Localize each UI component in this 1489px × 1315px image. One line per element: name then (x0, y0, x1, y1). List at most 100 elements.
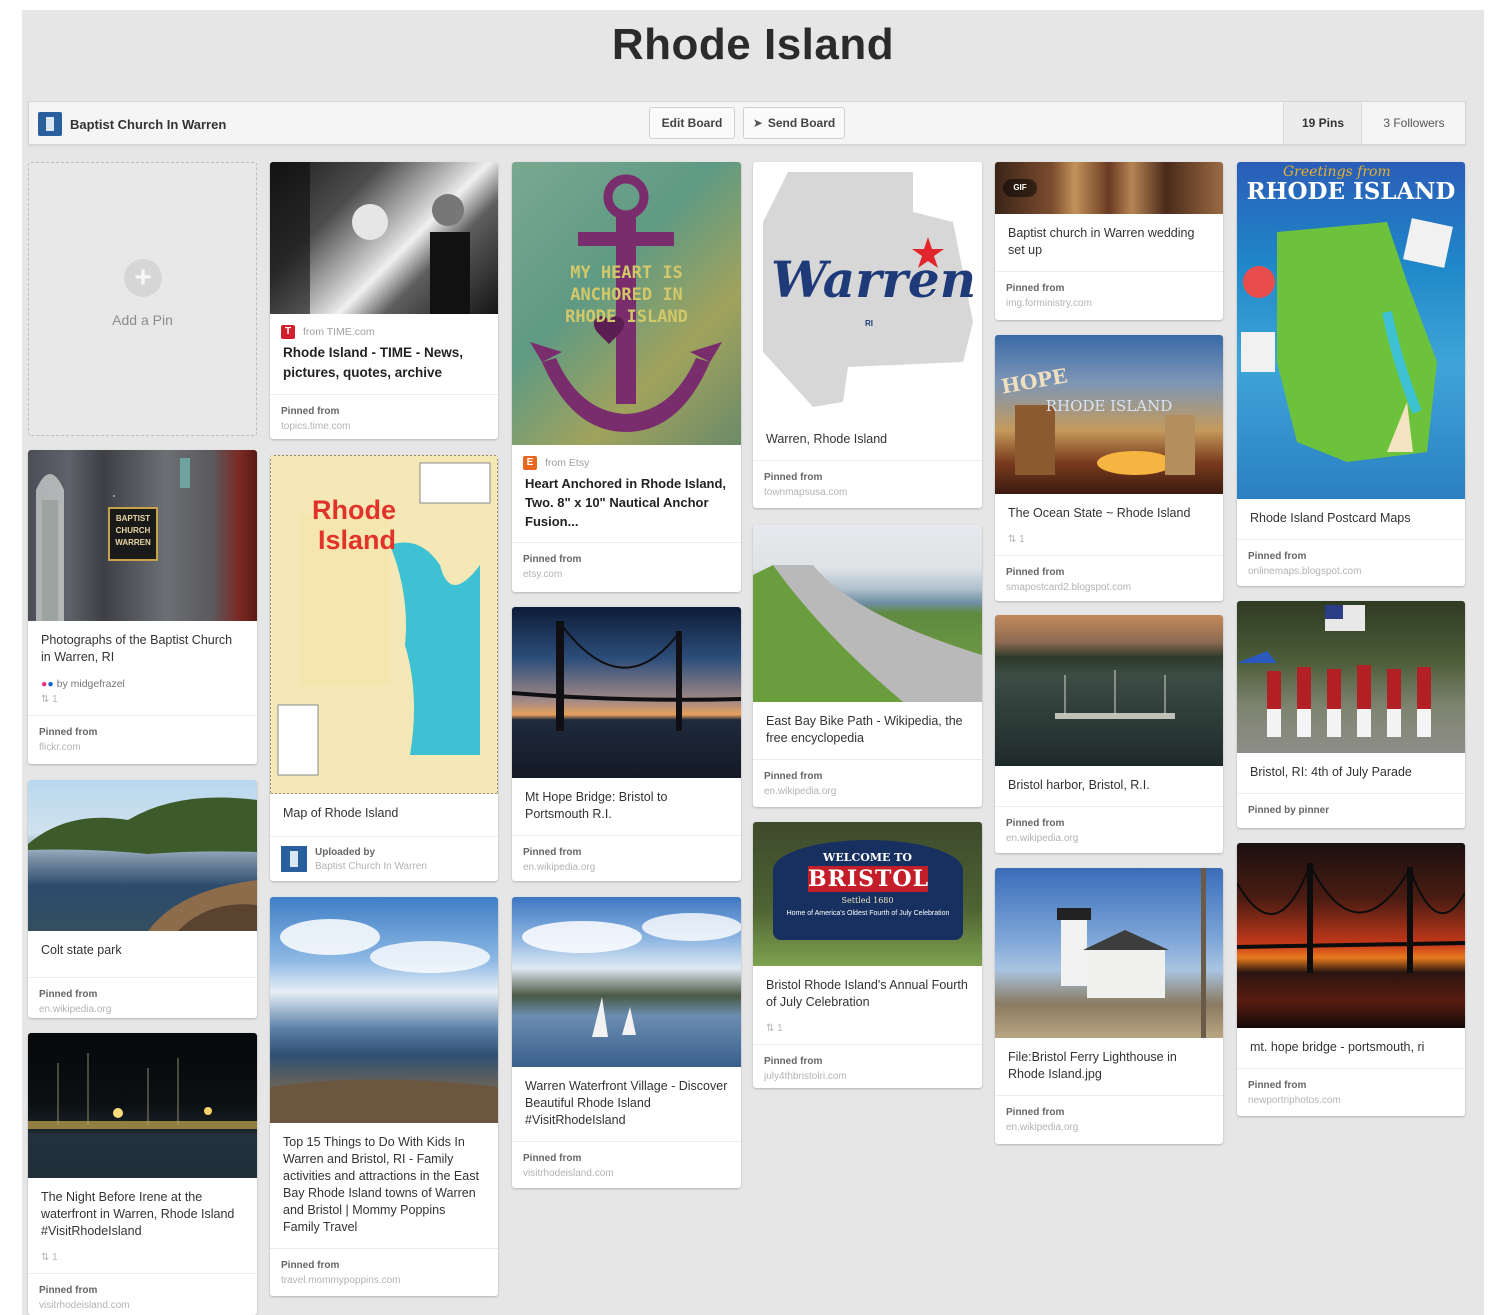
pin-image[interactable] (1237, 601, 1465, 753)
pin-card[interactable]: GIF Baptist church in Warren wedding set… (995, 162, 1223, 320)
pin-card[interactable]: Warren Waterfront Village - Discover Bea… (512, 897, 741, 1188)
pin-description: East Bay Bike Path - Wikipedia, the free… (766, 714, 963, 745)
pin-image[interactable]: BAPTIST CHURCH WARREN (28, 450, 257, 621)
pin-credit[interactable]: Pinned from onlinemaps.blogspot.com (1237, 539, 1465, 586)
pin-via: ●● by midgefrazel (41, 678, 125, 690)
pin-image[interactable]: GIF (995, 162, 1223, 214)
pin-credit[interactable]: Pinned from townmapsusa.com (753, 460, 982, 508)
anchor-text: MY HEART IS ANCHORED IN RHODE ISLAND (565, 263, 688, 327)
pin-card[interactable]: Colt state park Pinned from en.wikipedia.… (28, 780, 257, 1018)
pin-image[interactable]: MY HEART IS ANCHORED IN RHODE ISLAND (512, 162, 741, 445)
pin-credit[interactable]: Pinned from etsy.com (512, 542, 741, 591)
pin-credit[interactable]: Pinned from newportriphotos.com (1237, 1068, 1465, 1116)
bristol-tagline: Home of America's Oldest Fourth of July … (786, 910, 950, 917)
pin-image[interactable] (995, 868, 1223, 1038)
pin-card[interactable]: MY HEART IS ANCHORED IN RHODE ISLAND Efr… (512, 162, 741, 592)
pin-card[interactable]: Mt Hope Bridge: Bristol to Portsmouth R.… (512, 607, 741, 881)
pin-description: Warren Waterfront Village - Discover Bea… (525, 1079, 728, 1127)
time-icon: T (281, 325, 295, 339)
pin-image[interactable] (995, 615, 1223, 766)
pin-credit[interactable]: Pinned from july4thbristolri.com (753, 1044, 982, 1088)
pin-card[interactable]: HOPE RHODE ISLAND The Ocean State ~ Rhod… (995, 335, 1223, 601)
repin-count: ⇅ 1 (766, 1023, 783, 1034)
pin-image[interactable] (28, 1033, 257, 1178)
pin-credit[interactable]: Pinned from img.forministry.com (995, 271, 1223, 320)
add-pin-label: Add a Pin (112, 312, 173, 328)
pins-count-tab[interactable]: 19 Pins (1283, 102, 1362, 144)
pin-credit[interactable]: Uploaded by Baptist Church In Warren (270, 836, 498, 881)
lighthouse-photo (1057, 868, 1206, 1038)
warren-ri: RI (865, 319, 873, 328)
pin-credit[interactable]: Pinned from flickr.com (28, 715, 257, 764)
pin-card[interactable]: Bristol, RI: 4th of July Parade Pinned b… (1237, 601, 1465, 828)
pin-card[interactable]: Rhode Island Map of Rhode Island Uploade… (270, 455, 498, 881)
pin-credit[interactable]: Pinned from topics.time.com (270, 394, 498, 439)
pin-credit[interactable]: Pinned from en.wikipedia.org (512, 835, 741, 881)
pin-description: Rhode Island - TIME - News, pictures, qu… (283, 345, 464, 380)
pin-image[interactable]: Greetings from RHODE ISLAND (1237, 162, 1465, 499)
pin-image[interactable]: WELCOME TO BRISTOL Settled 1680 Home of … (753, 822, 982, 966)
pin-description: Bristol Rhode Island's Annual Fourth of … (766, 978, 968, 1009)
edit-board-button[interactable]: Edit Board (649, 107, 735, 139)
pin-card[interactable]: BAPTIST CHURCH WARREN Photographs of the… (28, 450, 257, 764)
pin-credit[interactable]: Pinned by pinner (1237, 793, 1465, 827)
pin-card[interactable]: The Night Before Irene at the waterfront… (28, 1033, 257, 1315)
send-icon: ➤ (752, 116, 763, 130)
pin-description: mt. hope bridge - portsmouth, ri (1250, 1040, 1425, 1054)
followers-count-tab[interactable]: 3 Followers (1361, 102, 1466, 144)
owner-name-link[interactable]: Baptist Church In Warren (70, 117, 226, 132)
repin-icon: ⇅ (41, 694, 50, 705)
pin-image[interactable]: HOPE RHODE ISLAND (995, 335, 1223, 494)
pin-credit[interactable]: Pinned from smapostcard2.blogspot.com (995, 555, 1223, 601)
pin-card[interactable]: Tfrom TIME.com Rhode Island - TIME - New… (270, 162, 498, 439)
owner-avatar[interactable] (38, 112, 62, 136)
pin-card[interactable]: Bristol harbor, Bristol, R.I. Pinned fro… (995, 615, 1223, 853)
pin-credit[interactable]: Pinned from visitrhodeisland.com (512, 1141, 741, 1188)
pin-credit[interactable]: Pinned from en.wikipedia.org (753, 759, 982, 807)
bristol-name: BRISTOL (808, 866, 930, 892)
add-pin-button[interactable]: + Add a Pin (28, 162, 257, 436)
pin-description: Mt Hope Bridge: Bristol to Portsmouth R.… (525, 790, 668, 821)
pin-card[interactable]: Warren RI Warren, Rhode Island Pinned fr… (753, 162, 982, 508)
pin-description: Rhode Island Postcard Maps (1250, 511, 1411, 525)
pin-image[interactable] (28, 780, 257, 931)
pin-description: The Night Before Irene at the waterfront… (41, 1190, 235, 1238)
church-sign: BAPTIST CHURCH WARREN (108, 507, 158, 561)
pin-image[interactable]: Rhode Island (270, 455, 498, 794)
pin-credit[interactable]: Pinned from visitrhodeisland.com (28, 1273, 257, 1315)
pin-card[interactable]: Top 15 Things to Do With Kids In Warren … (270, 897, 498, 1296)
pin-description: Photographs of the Baptist Church in War… (41, 633, 233, 664)
pin-image[interactable] (270, 897, 498, 1123)
bridge-night-photo (1237, 862, 1465, 973)
pin-image[interactable] (512, 607, 741, 778)
pin-credit[interactable]: Pinned from en.wikipedia.org (28, 977, 257, 1018)
night-harbor-photo (28, 1053, 257, 1178)
beach-photo (270, 919, 498, 1123)
pin-image[interactable]: Warren RI (753, 162, 982, 420)
send-board-button[interactable]: ➤ Send Board (743, 107, 845, 139)
pin-description: Bristol harbor, Bristol, R.I. (1008, 778, 1150, 792)
pin-credit[interactable]: Pinned from travel.mommypoppins.com (270, 1248, 498, 1296)
pin-description: File:Bristol Ferry Lighthouse in Rhode I… (1008, 1050, 1177, 1081)
pin-description: Warren, Rhode Island (766, 432, 888, 446)
pin-card[interactable]: Greetings from RHODE ISLAND Rhode Island… (1237, 162, 1465, 586)
board-header: Baptist Church In Warren Edit Board ➤ Sen… (28, 101, 1466, 145)
etsy-icon: E (523, 456, 537, 470)
pin-image[interactable] (753, 525, 982, 702)
pin-description: Colt state park (41, 943, 122, 957)
pin-card[interactable]: File:Bristol Ferry Lighthouse in Rhode I… (995, 868, 1223, 1144)
repin-icon: ⇅ (1008, 534, 1017, 545)
pin-credit[interactable]: Pinned from en.wikipedia.org (995, 1095, 1223, 1144)
coast-photo (28, 797, 257, 931)
pin-credit[interactable]: Pinned from en.wikipedia.org (995, 806, 1223, 853)
pin-card[interactable]: East Bay Bike Path - Wikipedia, the free… (753, 525, 982, 807)
pin-description: Bristol, RI: 4th of July Parade (1250, 765, 1412, 779)
parade-photo (1237, 605, 1431, 737)
pin-image[interactable] (1237, 843, 1465, 1028)
uploader-avatar[interactable] (281, 846, 307, 872)
pin-card[interactable]: mt. hope bridge - portsmouth, ri Pinned … (1237, 843, 1465, 1116)
pin-card[interactable]: WELCOME TO BRISTOL Settled 1680 Home of … (753, 822, 982, 1088)
board-title: Rhode Island (611, 20, 895, 69)
pin-image[interactable] (270, 162, 498, 314)
pin-image[interactable] (512, 897, 741, 1067)
